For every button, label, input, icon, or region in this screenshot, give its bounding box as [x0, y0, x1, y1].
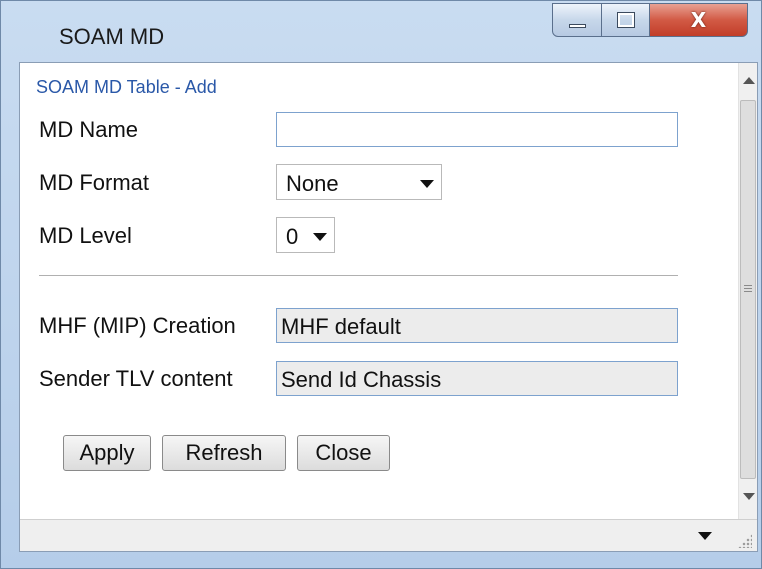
- refresh-button[interactable]: Refresh: [162, 435, 286, 471]
- window-title: SOAM MD: [59, 24, 165, 49]
- chevron-down-icon: [313, 233, 327, 241]
- scroll-thumb[interactable]: [740, 100, 756, 479]
- md-level-label: MD Level: [39, 223, 132, 248]
- scroll-down-icon[interactable]: [743, 493, 755, 500]
- md-level-value: 0: [286, 224, 299, 249]
- mhf-creation-label: MHF (MIP) Creation: [39, 313, 236, 338]
- sender-tlv-label: Sender TLV content: [39, 366, 233, 391]
- title-bar[interactable]: SOAM MD X: [1, 1, 761, 61]
- dialog-client-area: SOAM MD Table - Add MD Name MD Format No…: [19, 62, 758, 552]
- sender-tlv-field: Send Id Chassis: [276, 361, 678, 396]
- mhf-creation-field: MHF default: [276, 308, 678, 343]
- mhf-creation-value: MHF default: [281, 314, 401, 339]
- window-controls: X: [552, 3, 758, 39]
- vertical-scrollbar[interactable]: [738, 63, 757, 519]
- md-level-select[interactable]: 0: [276, 217, 335, 253]
- form-panel: SOAM MD Table - Add MD Name MD Format No…: [20, 63, 738, 519]
- md-format-select[interactable]: None: [276, 164, 442, 200]
- close-window-button[interactable]: X: [650, 3, 748, 37]
- md-name-input[interactable]: [276, 112, 678, 147]
- dialog-window: SOAM MD X SOAM MD Table - Add MD Name MD…: [0, 0, 762, 569]
- chevron-down-icon[interactable]: [698, 532, 712, 540]
- maximize-button[interactable]: [602, 3, 650, 37]
- grip-icon: [744, 285, 752, 292]
- status-bar: [20, 519, 757, 551]
- md-name-label: MD Name: [39, 117, 139, 142]
- chevron-down-icon: [420, 180, 434, 188]
- scroll-up-icon[interactable]: [743, 77, 755, 84]
- maximize-icon: [617, 12, 635, 28]
- minimize-icon: [569, 24, 586, 28]
- divider: [39, 275, 678, 276]
- close-button[interactable]: Close: [297, 435, 390, 471]
- apply-button[interactable]: Apply: [63, 435, 151, 471]
- resize-grip-icon[interactable]: [738, 534, 752, 548]
- md-format-label: MD Format: [39, 170, 149, 195]
- close-icon: X: [690, 8, 707, 32]
- minimize-button[interactable]: [552, 3, 602, 37]
- sender-tlv-value: Send Id Chassis: [281, 367, 442, 392]
- section-title: SOAM MD Table - Add: [36, 77, 217, 97]
- md-format-value: None: [286, 171, 339, 196]
